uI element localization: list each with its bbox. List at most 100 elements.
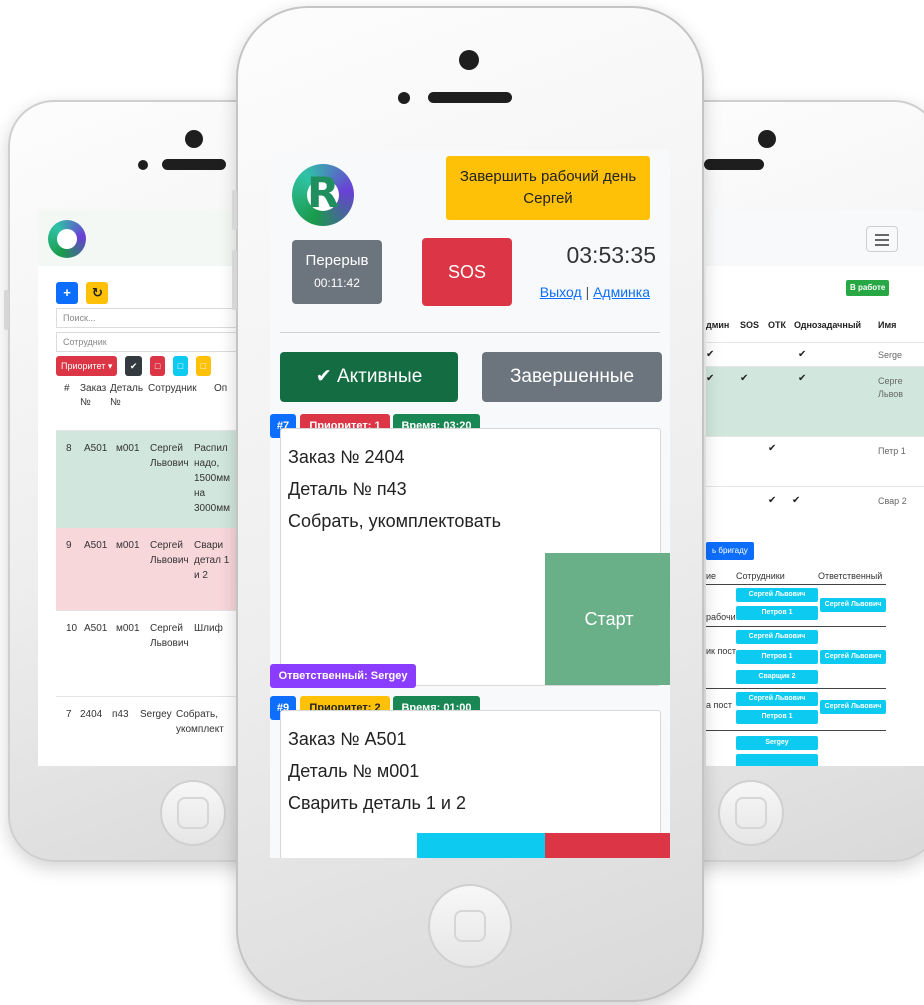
table-row[interactable]: 8 А501 м001 Сергей Львович Распил надо, … [56, 430, 236, 528]
table-row[interactable]: 7 2404 п43 Sergey Собрать, укомплект [56, 696, 236, 766]
pause-button[interactable] [417, 833, 545, 858]
break-timer: 00:11:42 [314, 276, 360, 290]
user-name: Сергей [523, 190, 573, 207]
row-order: А501 [84, 540, 108, 551]
table-row[interactable]: ✔ Петр 1 [706, 436, 924, 486]
row-num: 7 [66, 709, 72, 720]
table-row[interactable]: ✔ ✔ ✔ Серге Львов [706, 366, 924, 436]
right-screen: В работе дмин SOS ОТК Однозадачный Имя ✔… [706, 210, 924, 766]
check-icon: ✔ [768, 495, 777, 506]
priority-dropdown[interactable]: Приоритет ▾ [56, 356, 118, 376]
table-row[interactable]: 10 А501 м001 Сергей Львович Шлиф [56, 610, 236, 696]
divider [706, 626, 886, 627]
finish-day-label: Завершить рабочий день [459, 168, 637, 185]
responsible-pill[interactable]: Сергей Львович [820, 700, 886, 714]
status-badge: В работе [846, 280, 890, 296]
member-pill[interactable]: Петров 1 [736, 606, 818, 620]
member-pill[interactable]: Сергей Львович [736, 692, 818, 706]
left-filter-buttons: Приоритет ▾ ✔ □ □ □ [56, 356, 214, 376]
row-employee: Sergey [140, 709, 172, 720]
finish-day-button[interactable]: Завершить рабочий день Сергей [446, 156, 650, 220]
row-name: Петр 1 [878, 446, 906, 456]
filter-yellow-button[interactable]: □ [195, 356, 212, 376]
break-label: Перерыв [305, 252, 369, 269]
task-order: Заказ № А501 [288, 729, 407, 749]
volume-button [232, 190, 237, 230]
divider [706, 730, 886, 731]
stop-button[interactable] [545, 833, 670, 858]
task-operation: Собрать, укомплектовать [288, 511, 502, 531]
check-icon: ✔ [792, 495, 801, 506]
refresh-button[interactable]: ↻ [86, 282, 109, 304]
col-header-order: Заказ № [80, 383, 107, 408]
logout-link[interactable]: Выход [540, 284, 582, 300]
table-row[interactable]: 9 А501 м001 Сергей Львович Свари детал 1… [56, 528, 236, 610]
row-employee: Сергей Львович [150, 623, 189, 649]
responsible-badge: Ответственный: Sergey [270, 664, 416, 688]
row-num: 10 [66, 623, 78, 634]
col-header-employee: Сотрудник [148, 383, 197, 394]
hamburger-menu-icon[interactable] [866, 226, 898, 252]
check-icon: ✔ [706, 373, 715, 384]
check-icon: ✔ [315, 366, 332, 387]
center-screen: R Завершить рабочий день Сергей Перерыв … [270, 150, 670, 858]
row-part: м001 [116, 540, 140, 551]
sos-button[interactable]: SOS [422, 238, 512, 306]
header-links: Выход | Админка [526, 284, 650, 300]
camera-icon [185, 130, 203, 148]
col-header-otk: ОТК [768, 320, 786, 330]
team-label: ик пост [706, 646, 736, 656]
break-button[interactable]: Перерыв 00:11:42 [292, 240, 382, 304]
member-pill[interactable] [736, 754, 818, 766]
employee-select[interactable]: Сотрудник [56, 332, 236, 352]
row-num: 8 [66, 443, 72, 454]
col-header-responsible: Ответственный [818, 571, 883, 581]
member-pill[interactable]: Петров 1 [736, 710, 818, 724]
task-order: Заказ № 2404 [288, 447, 405, 467]
member-pill[interactable]: Петров 1 [736, 650, 818, 664]
table-row[interactable]: ✔ ✔ Serge [706, 342, 924, 366]
filter-red-button[interactable]: □ [149, 356, 166, 376]
col-header-team-name: ие [706, 571, 717, 581]
create-team-button[interactable]: ь бригаду [706, 542, 754, 560]
responsible-pill[interactable]: Сергей Львович [820, 650, 886, 664]
filter-blue-button[interactable]: □ [172, 356, 189, 376]
camera-icon [758, 130, 776, 148]
sensor-icon [398, 92, 410, 104]
check-icon: ✔ [706, 349, 715, 360]
admin-link[interactable]: Админка [593, 284, 650, 300]
row-operation: Распил надо, 1500мм на 3000мм [194, 443, 230, 514]
camera-icon [459, 50, 479, 70]
tab-completed[interactable]: Завершенные [482, 352, 662, 402]
tab-active[interactable]: ✔ Активные [280, 352, 458, 402]
start-button[interactable]: Старт [545, 553, 670, 685]
row-name: Serge [878, 350, 903, 360]
row-num: 9 [66, 540, 72, 551]
col-header-name: Имя [878, 320, 897, 330]
responsible-pill[interactable]: Сергей Львович [820, 598, 886, 612]
right-header [706, 210, 924, 266]
task-operation: Сварить деталь 1 и 2 [288, 793, 466, 813]
member-pill[interactable]: Сергей Львович [736, 630, 818, 644]
row-employee: Сергей Львович [150, 540, 189, 566]
col-header-part: Деталь № [110, 383, 144, 408]
member-pill[interactable]: Сергей Львович [736, 588, 818, 602]
table-row[interactable]: ✔ ✔ Свар 2 [706, 486, 924, 536]
left-toolbar: + ↻ [56, 282, 109, 304]
row-part: м001 [116, 623, 140, 634]
member-pill[interactable]: Sergey [736, 736, 818, 750]
task-card[interactable]: Заказ № А501 Деталь № м001 Сварить детал… [280, 710, 670, 858]
filter-check-button[interactable]: ✔ [124, 356, 143, 376]
task-card[interactable]: Заказ № 2404 Деталь № п43 Собрать, укомп… [280, 428, 670, 686]
task-part: Деталь № м001 [288, 761, 420, 781]
row-operation: Собрать, укомплект [176, 709, 224, 735]
search-input[interactable]: Поиск... [56, 308, 236, 328]
work-clock: 03:53:35 [566, 242, 656, 268]
left-screen: + ↻ Поиск... Сотрудник Приоритет ▾ ✔ □ □… [38, 210, 236, 766]
left-header [38, 210, 236, 266]
task-part: Деталь № п43 [288, 479, 407, 499]
member-pill[interactable]: Сварщик 2 [736, 670, 818, 684]
row-operation: Шлиф [194, 623, 223, 634]
add-button[interactable]: + [56, 282, 78, 304]
team-label: а пост [706, 700, 733, 710]
